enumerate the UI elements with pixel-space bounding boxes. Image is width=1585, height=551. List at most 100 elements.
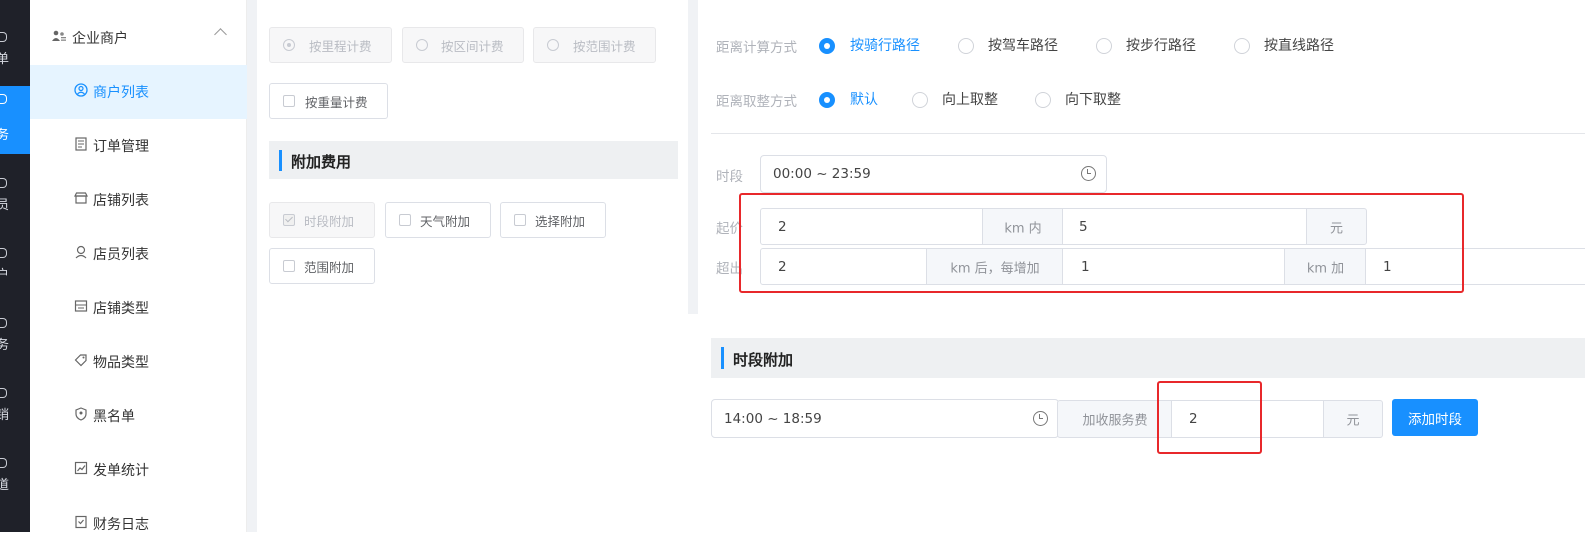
- sidebar: 企业商户 商户列表 订单管理 店铺列表 店员列表 店铺类型 物品类型 黑名单 发…: [30, 0, 247, 533]
- option-select-surcharge[interactable]: 选择附加: [500, 202, 606, 238]
- person-icon: [75, 245, 87, 259]
- sidebar-item-label: 店铺类型: [93, 301, 149, 317]
- straight-route-label[interactable]: 按直线路径: [1264, 35, 1334, 55]
- rail-marker-icon: [0, 458, 7, 468]
- surcharge-time-picker[interactable]: 14:00 ~ 18:59: [711, 399, 1059, 438]
- document-icon: [75, 137, 87, 151]
- option-label: 天气附加: [420, 214, 471, 229]
- extra-fee-section-header: 附加费用: [269, 141, 678, 179]
- option-label: 按范围计费: [573, 39, 636, 54]
- option-label: 时段附加: [304, 214, 355, 229]
- unit-text: 元: [1346, 413, 1360, 429]
- billing-panel-lower: [257, 314, 698, 532]
- period-value: 00:00 ~ 23:59: [773, 166, 871, 182]
- chevron-up-icon[interactable]: [214, 28, 227, 41]
- drive-route-label[interactable]: 按驾车路径: [988, 35, 1058, 55]
- rail-item-5[interactable]: 务: [0, 310, 30, 364]
- rail-item-label: 员: [0, 198, 10, 213]
- radio-ride-route[interactable]: [819, 38, 835, 54]
- sidebar-item-shop-types[interactable]: 店铺类型: [30, 281, 247, 335]
- sidebar-group-title: 企业商户: [72, 31, 128, 47]
- rail-marker-icon: [0, 178, 7, 188]
- sidebar-item-label: 财务日志: [93, 517, 149, 533]
- rail-item-7[interactable]: 道: [0, 450, 30, 504]
- radio-round-default[interactable]: [819, 92, 835, 108]
- checkbox-checked-icon: [283, 214, 295, 226]
- radio-icon: [283, 39, 295, 51]
- clock-icon: [1081, 166, 1096, 181]
- add-period-button[interactable]: 添加时段: [1392, 399, 1478, 436]
- divider: [711, 133, 1585, 134]
- rail-marker-icon: [0, 32, 7, 42]
- rail-item-label: 务: [0, 338, 10, 353]
- rail-marker-icon: [0, 94, 7, 104]
- sidebar-item-label: 物品类型: [93, 355, 149, 371]
- ride-route-label[interactable]: 按骑行路径: [850, 35, 920, 55]
- rail-marker-icon: [0, 388, 7, 398]
- checkbox-icon: [399, 214, 411, 226]
- sidebar-item-label: 店铺列表: [93, 193, 149, 209]
- round-default-label[interactable]: 默认: [850, 89, 878, 109]
- option-weather-surcharge[interactable]: 天气附加: [385, 202, 491, 238]
- section-accent: [279, 150, 282, 171]
- option-by-mileage[interactable]: 按里程计费: [269, 27, 392, 63]
- section-accent: [721, 347, 724, 369]
- sidebar-item-clerks[interactable]: 店员列表: [30, 227, 247, 281]
- chart-icon: [74, 461, 88, 475]
- rail-item-label: 道: [0, 478, 10, 493]
- option-label: 选择附加: [535, 214, 586, 229]
- sidebar-item-order-stats[interactable]: 发单统计: [30, 443, 247, 497]
- radio-round-up[interactable]: [912, 92, 928, 108]
- store-type-icon: [74, 300, 88, 312]
- checkbox-icon: [514, 214, 526, 226]
- option-label: 按区间计费: [441, 39, 504, 54]
- sidebar-group-enterprise[interactable]: 企业商户: [30, 18, 247, 58]
- shield-icon: [75, 407, 87, 421]
- sidebar-item-item-types[interactable]: 物品类型: [30, 335, 247, 389]
- rail-marker-icon: [0, 318, 7, 328]
- sidebar-item-merchant-list[interactable]: 商户列表: [30, 65, 247, 119]
- radio-round-down[interactable]: [1035, 92, 1051, 108]
- log-icon: [75, 515, 87, 529]
- sidebar-item-shops[interactable]: 店铺列表: [30, 173, 247, 227]
- rail-item-2[interactable]: 务: [0, 86, 30, 154]
- sidebar-item-label: 订单管理: [93, 139, 149, 155]
- sidebar-item-finance-log[interactable]: 财务日志: [30, 497, 247, 551]
- option-by-range[interactable]: 按范围计费: [533, 27, 656, 63]
- highlight-box-pricing: [739, 193, 1464, 293]
- time-surcharge-section-header: 时段附加: [711, 338, 1585, 378]
- radio-icon: [547, 39, 559, 51]
- option-range-surcharge[interactable]: 范围附加: [269, 248, 375, 284]
- checkbox-icon: [283, 260, 295, 272]
- user-circle-icon: [74, 83, 88, 97]
- round-up-label[interactable]: 向上取整: [942, 89, 998, 109]
- round-down-label[interactable]: 向下取整: [1065, 89, 1121, 109]
- tag-icon: [74, 354, 87, 367]
- rail-marker-icon: [0, 248, 7, 258]
- highlight-box-fee: [1157, 381, 1262, 454]
- app-rail: 单 务 员 户 务 销 道: [0, 0, 30, 532]
- surcharge-range-value: 14:00 ~ 18:59: [724, 410, 822, 427]
- checkbox-icon: [283, 95, 295, 107]
- section-title: 时段附加: [733, 351, 794, 369]
- radio-icon: [416, 39, 428, 51]
- surcharge-fee-label: 加收服务费: [1057, 400, 1173, 438]
- option-label: 按里程计费: [309, 39, 372, 54]
- rail-item-4[interactable]: 户: [0, 240, 30, 294]
- radio-straight-route[interactable]: [1234, 38, 1250, 54]
- radio-drive-route[interactable]: [958, 38, 974, 54]
- option-by-weight[interactable]: 按重量计费: [269, 83, 388, 119]
- radio-walk-route[interactable]: [1096, 38, 1112, 54]
- period-label: 时段: [716, 169, 743, 185]
- rail-item-6[interactable]: 销: [0, 380, 30, 434]
- walk-route-label[interactable]: 按步行路径: [1126, 35, 1196, 55]
- period-time-picker[interactable]: 00:00 ~ 23:59: [760, 155, 1107, 193]
- section-title: 附加费用: [291, 153, 352, 171]
- option-time-surcharge[interactable]: 时段附加: [269, 202, 375, 238]
- option-by-interval[interactable]: 按区间计费: [402, 27, 524, 63]
- rail-item-1[interactable]: 单: [0, 24, 30, 78]
- sidebar-item-blacklist[interactable]: 黑名单: [30, 389, 247, 443]
- addon-text: 加收服务费: [1082, 413, 1148, 429]
- sidebar-item-orders[interactable]: 订单管理: [30, 119, 247, 173]
- rail-item-3[interactable]: 员: [0, 170, 30, 224]
